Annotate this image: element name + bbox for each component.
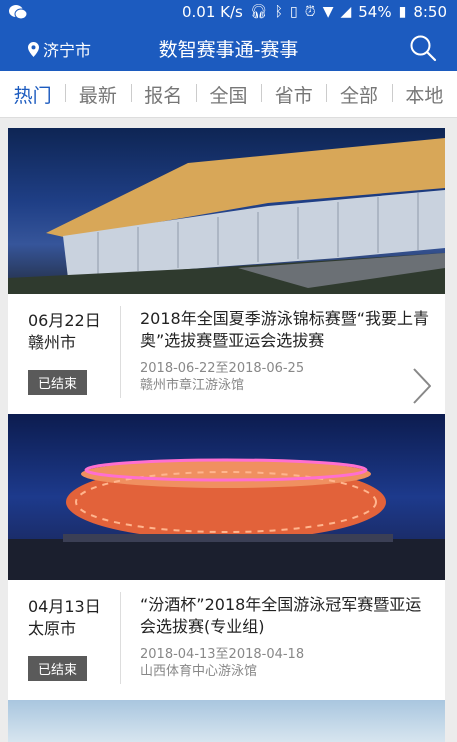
clock: 8:50 [413, 3, 447, 21]
event-info: 04月13日 太原市 “汾酒杯”2018年全国游泳冠军赛暨亚运会选拔赛(专业组)… [8, 580, 445, 700]
event-venue: 赣州市章江游泳馆 [140, 378, 245, 393]
divider [120, 592, 121, 684]
event-card[interactable]: 06月22日 赣州市 2018年全国夏季游泳锦标赛暨“我要上青奥”选拔赛暨亚运会… [8, 128, 445, 414]
wifi-icon: ▼ [322, 4, 334, 20]
category-tabs: 热门 最新 报名 全国 省市 全部 本地 [0, 71, 457, 118]
tab-signup[interactable]: 报名 [130, 81, 196, 108]
status-bar: 0.01 K/s 🎧︎ ᛒ ▯ ⏰︎ ▼ ◢ 54% ▮ 8:50 [0, 0, 457, 25]
battery-icon: ▮ [398, 4, 407, 20]
status-badge: 已结束 [28, 370, 88, 395]
event-schedule: 2018-06-22至2018-06-25 赣州市章江游泳馆 [140, 360, 304, 394]
search-icon[interactable] [409, 34, 437, 62]
event-date: 06月22日 赣州市 [28, 311, 101, 352]
event-venue: 山西体育中心游泳馆 [140, 664, 258, 679]
bluetooth-icon: ᛒ [274, 4, 284, 20]
tab-latest[interactable]: 最新 [65, 81, 130, 108]
event-card[interactable]: 04月13日 太原市 “汾酒杯”2018年全国游泳冠军赛暨亚运会选拔赛(专业组)… [8, 414, 445, 700]
page-title: 数智赛事通-赛事 [158, 39, 299, 61]
event-date: 04月13日 太原市 [28, 597, 101, 638]
event-title[interactable]: 2018年全国夏季游泳锦标赛暨“我要上青奥”选拔赛暨亚运会选拔赛 [140, 308, 435, 352]
event-photo [8, 128, 445, 294]
tab-national[interactable]: 全国 [195, 81, 261, 108]
wechat-icon [8, 3, 28, 25]
vibrate-icon: ▯ [290, 4, 298, 20]
tab-province[interactable]: 省市 [261, 81, 326, 108]
event-card[interactable] [8, 700, 445, 742]
event-title[interactable]: “汾酒杯”2018年全国游泳冠军赛暨亚运会选拔赛(专业组) [140, 594, 435, 638]
tab-hot[interactable]: 热门 [0, 81, 65, 108]
event-date-range: 2018-04-13至2018-04-18 [140, 647, 305, 662]
chevron-right-icon[interactable] [410, 366, 434, 406]
event-city: 太原市 [28, 619, 77, 638]
app-header: 济宁市 数智赛事通-赛事 [0, 25, 457, 71]
event-date-range: 2018-06-22至2018-06-25 [140, 361, 305, 376]
headphone-icon: 🎧︎ [249, 4, 268, 20]
event-info: 06月22日 赣州市 2018年全国夏季游泳锦标赛暨“我要上青奥”选拔赛暨亚运会… [8, 294, 445, 414]
event-schedule: 2018-04-13至2018-04-18 山西体育中心游泳馆 [140, 646, 304, 680]
network-speed: 0.01 K/s [181, 3, 243, 21]
status-badge: 已结束 [28, 656, 88, 681]
event-photo [8, 700, 445, 742]
alarm-icon: ⏰︎ [304, 4, 316, 20]
event-photo [8, 414, 445, 580]
event-city: 赣州市 [28, 333, 77, 352]
signal-icon: ◢ [340, 4, 352, 20]
tab-local[interactable]: 本地 [391, 81, 457, 108]
divider [120, 306, 121, 398]
battery-level: 54% [358, 3, 392, 21]
tab-all[interactable]: 全部 [326, 81, 391, 108]
